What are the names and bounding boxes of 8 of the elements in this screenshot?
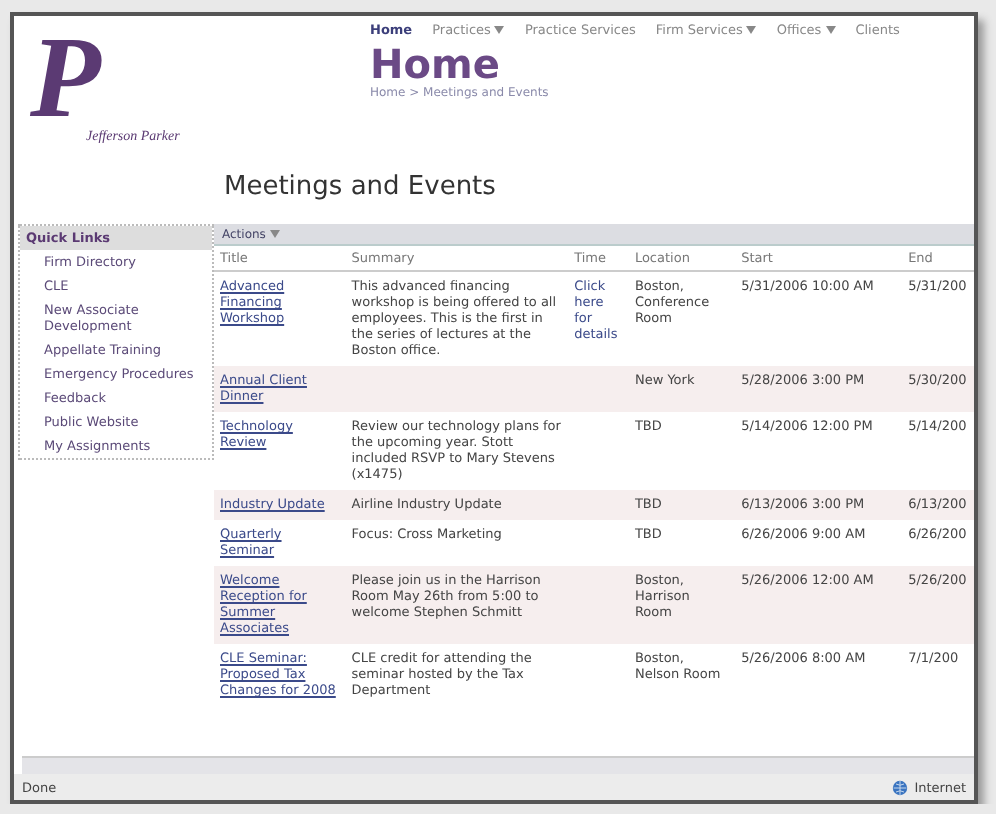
caret-icon <box>746 26 757 34</box>
caret-icon <box>825 26 836 34</box>
caret-icon <box>269 229 280 237</box>
horizontal-scrollbar[interactable] <box>22 756 974 774</box>
caret-icon <box>494 26 505 34</box>
globe-icon <box>892 779 909 795</box>
page-title: Home <box>370 42 500 86</box>
section-heading: Meetings and Events <box>222 172 498 206</box>
